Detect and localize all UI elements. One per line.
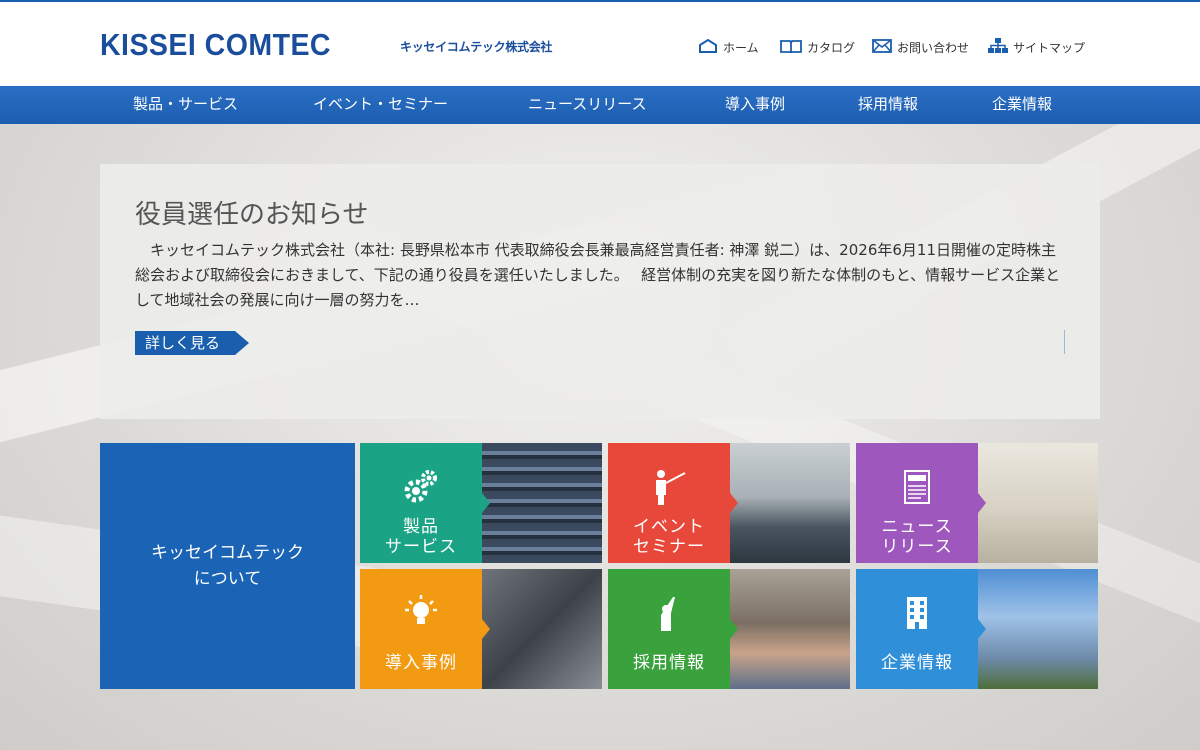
tile-arrow xyxy=(482,619,490,639)
tile-arrow xyxy=(978,619,986,639)
tile-products[interactable]: 製品 サービス xyxy=(360,443,602,563)
tile-events[interactable]: イベント セミナー xyxy=(608,443,850,563)
meeting-photo xyxy=(730,443,850,563)
site-logo[interactable]: KISSEI COMTEC xyxy=(100,28,331,62)
office-building-photo xyxy=(978,569,1098,689)
tile-company[interactable]: 企業情報 xyxy=(856,569,1098,689)
tile-label: 企業情報 xyxy=(881,653,953,673)
util-link-catalog[interactable]: カタログ xyxy=(780,38,855,56)
util-link-sitemap[interactable]: サイトマップ xyxy=(988,38,1085,56)
tile-panel: 製品 サービス xyxy=(360,443,482,563)
tile-arrow xyxy=(482,493,490,513)
news-body: キッセイコムテック株式会社（本社: 長野県松本市 代表取締役会長兼最高経営責任者… xyxy=(135,241,1061,309)
tile-news-release[interactable]: ニュース リリース xyxy=(856,443,1098,563)
nav-case-studies[interactable]: 導入事例 xyxy=(725,86,785,124)
news-panel: 役員選任のお知らせ キッセイコムテック株式会社（本社: 長野県松本市 代表取締役… xyxy=(100,164,1100,419)
home-icon xyxy=(698,38,718,56)
tile-label: 採用情報 xyxy=(633,653,705,673)
company-name-katakana[interactable]: キッセイコムテック株式会社 xyxy=(400,38,552,55)
seminar-room-photo xyxy=(482,443,602,563)
mail-icon xyxy=(872,38,892,56)
tile-label: サービス xyxy=(385,537,457,557)
nav-products[interactable]: 製品・サービス xyxy=(133,86,238,124)
book-icon xyxy=(780,39,802,56)
lightbulb-icon xyxy=(405,595,437,624)
tile-panel: イベント セミナー xyxy=(608,443,730,563)
lobby-photo xyxy=(978,443,1098,563)
tile-panel: ニュース リリース xyxy=(856,443,978,563)
tile-label: リリース xyxy=(881,537,953,557)
about-tile-line2: について xyxy=(193,569,262,589)
building-icon xyxy=(907,597,927,629)
global-nav: 製品・サービス イベント・セミナー ニュースリリース 導入事例 採用情報 企業情… xyxy=(0,86,1200,124)
about-company-tile[interactable]: キッセイコムテック について xyxy=(100,443,355,689)
sitemap-icon xyxy=(988,38,1008,56)
util-link-home[interactable]: ホーム xyxy=(698,38,759,56)
tile-label: セミナー xyxy=(633,537,705,557)
nav-news[interactable]: ニュースリリース xyxy=(528,86,647,124)
tile-arrow xyxy=(730,493,738,513)
tile-label: 製品 xyxy=(403,517,439,537)
util-link-contact[interactable]: お問い合わせ xyxy=(872,38,969,56)
tile-panel: 導入事例 xyxy=(360,569,482,689)
nav-company[interactable]: 企業情報 xyxy=(992,86,1052,124)
gears-icon xyxy=(404,470,437,503)
tile-case-studies[interactable]: 導入事例 xyxy=(360,569,602,689)
nav-events[interactable]: イベント・セミナー xyxy=(313,86,448,124)
tile-label: イベント xyxy=(633,517,705,537)
util-link-label: カタログ xyxy=(807,40,856,55)
util-link-label: サイトマップ xyxy=(1013,40,1086,55)
about-tile-line1: キッセイコムテック xyxy=(151,543,304,563)
read-more-button[interactable]: 詳しく見る xyxy=(135,331,249,355)
presenter-icon xyxy=(656,470,686,505)
hand-raise-icon xyxy=(661,597,675,631)
util-link-label: お問い合わせ xyxy=(897,40,970,55)
site-header: KISSEI COMTEC キッセイコムテック株式会社 ホーム カタログ お問い… xyxy=(0,2,1200,86)
nav-recruit[interactable]: 採用情報 xyxy=(858,86,918,124)
newspaper-icon xyxy=(904,470,930,504)
news-title: 役員選任のお知らせ xyxy=(135,200,369,230)
tile-panel: 企業情報 xyxy=(856,569,978,689)
tile-label: 導入事例 xyxy=(385,653,457,673)
tile-recruit[interactable]: 採用情報 xyxy=(608,569,850,689)
tile-label: ニュース xyxy=(881,517,953,537)
util-link-label: ホーム xyxy=(723,40,759,55)
tile-panel: 採用情報 xyxy=(608,569,730,689)
tile-arrow xyxy=(978,493,986,513)
tablet-photo xyxy=(482,569,602,689)
group-photo xyxy=(730,569,850,689)
tile-arrow xyxy=(730,619,738,639)
panel-divider xyxy=(1064,330,1065,354)
